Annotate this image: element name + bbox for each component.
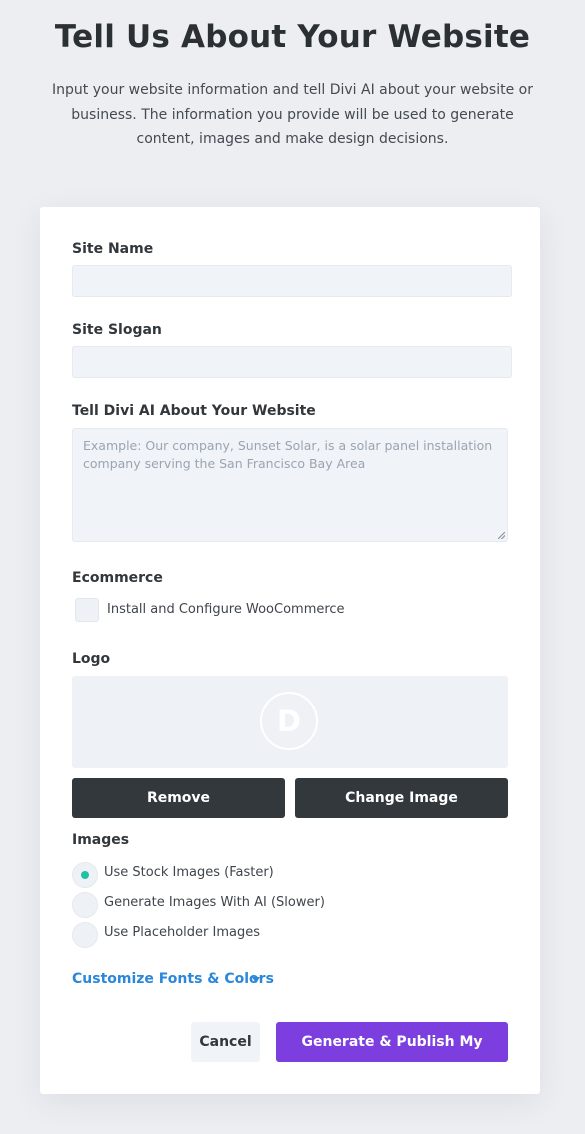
radio-ai-images-label[interactable]: Generate Images With AI (Slower) (104, 894, 325, 912)
about-website-label: Tell Divi AI About Your Website (72, 403, 316, 419)
divi-logo-icon: D (260, 692, 318, 750)
remove-logo-button[interactable]: Remove (72, 778, 285, 818)
logo-preview[interactable]: D (72, 676, 508, 768)
woocommerce-checkbox[interactable] (75, 598, 99, 622)
resize-grip-icon[interactable] (498, 532, 505, 539)
images-label: Images (72, 832, 130, 848)
site-name-label: Site Name (72, 241, 154, 257)
logo-label: Logo (72, 651, 111, 667)
generate-publish-button[interactable]: Generate & Publish My Website (276, 1022, 508, 1090)
about-website-placeholder: Example: Our company, Sunset Solar, is a… (83, 438, 493, 471)
change-image-button[interactable]: Change Image (295, 778, 508, 818)
site-slogan-input[interactable] (72, 346, 512, 378)
page-header: Tell Us About Your Website Input your we… (0, 0, 585, 152)
radio-stock-images[interactable] (72, 862, 98, 888)
radio-selected-dot (81, 871, 89, 879)
ecommerce-label: Ecommerce (72, 570, 163, 586)
radio-placeholder-images-label[interactable]: Use Placeholder Images (104, 924, 260, 942)
website-form-card: Site Name Site Slogan Tell Divi AI About… (40, 207, 540, 1094)
site-slogan-label: Site Slogan (72, 322, 162, 338)
radio-ai-images[interactable] (72, 892, 98, 918)
radio-stock-images-label[interactable]: Use Stock Images (Faster) (104, 864, 274, 882)
about-website-textarea[interactable]: Example: Our company, Sunset Solar, is a… (72, 428, 508, 542)
page-title: Tell Us About Your Website (54, 19, 531, 55)
intro-text: Input your website information and tell … (52, 82, 533, 147)
caret-down-icon[interactable] (252, 977, 260, 983)
site-name-input[interactable] (72, 265, 512, 297)
cancel-button[interactable]: Cancel (191, 1022, 260, 1062)
radio-placeholder-images[interactable] (72, 922, 98, 948)
woocommerce-checkbox-label[interactable]: Install and Configure WooCommerce (107, 601, 345, 619)
customize-fonts-colors-link[interactable]: Customize Fonts & Colors (72, 970, 274, 988)
